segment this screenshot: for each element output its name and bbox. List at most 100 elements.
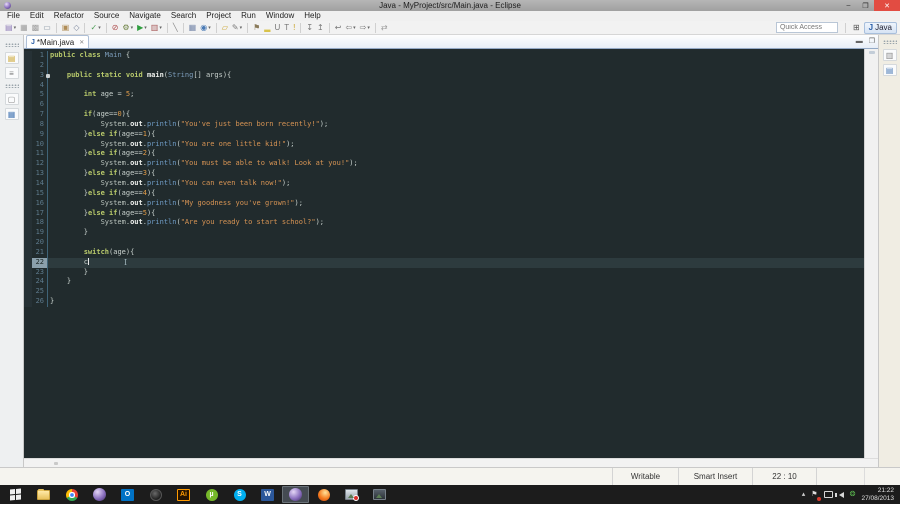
taskbar-utorrent-button[interactable]: µ	[198, 486, 225, 503]
menu-run[interactable]: Run	[236, 11, 261, 21]
last-edit-location-button[interactable]: ↩	[333, 22, 344, 34]
taskbar-image-viewer-button[interactable]	[366, 486, 393, 503]
line-number-1[interactable]: 1	[32, 51, 48, 61]
skip-all-breakpoints-button[interactable]: ⊘	[110, 22, 121, 34]
menu-navigate[interactable]: Navigate	[124, 11, 166, 21]
code-line-18[interactable]: 18 System.out.println("Are you ready to …	[24, 218, 864, 229]
line-number-8[interactable]: 8	[32, 119, 48, 130]
horizontal-scrollbar[interactable]	[24, 458, 878, 467]
taskbar-firefox-button[interactable]	[310, 486, 337, 503]
code-text[interactable]: }else if(age==3){	[48, 169, 864, 179]
open-web-browser-button[interactable]: ◉ ▾	[198, 22, 213, 34]
java-ee-grid-button[interactable]: ▦	[187, 22, 199, 34]
line-number-18[interactable]: 18	[32, 218, 48, 229]
code-text[interactable]: System.out.println("You've just been bor…	[48, 120, 864, 130]
taskbar-word-button[interactable]: W	[254, 486, 281, 503]
code-line-20[interactable]: 20	[24, 238, 864, 248]
taskbar-media-app-button[interactable]	[142, 486, 169, 503]
print-button[interactable]: ▭	[41, 22, 53, 34]
line-number-14[interactable]: 14	[32, 178, 48, 189]
code-line-13[interactable]: 13 }else if(age==3){	[24, 169, 864, 179]
annotation-t-button[interactable]: T	[282, 22, 291, 34]
taskbar-clock[interactable]: 21:22 27/08/2013	[861, 487, 894, 502]
minimize-editor-icon[interactable]: ▬	[853, 35, 866, 48]
back-button[interactable]: ⇦ ▾	[343, 22, 357, 34]
line-number-7[interactable]: 7	[32, 110, 48, 120]
code-text[interactable]: }	[48, 277, 864, 287]
menu-source[interactable]: Source	[89, 11, 124, 21]
save-all-button[interactable]: ▩	[30, 22, 42, 34]
code-text[interactable]: public static void main(String[] args){	[48, 71, 864, 81]
code-editor[interactable]: 1 public class Main {2 3 public static voi…	[24, 49, 864, 458]
line-number-4[interactable]: 4	[32, 80, 48, 91]
quick-fix-button[interactable]: !	[291, 22, 297, 34]
menu-file[interactable]: File	[2, 11, 25, 21]
code-line-21[interactable]: 21 switch(age){	[24, 247, 864, 258]
code-text[interactable]: if(age==0){	[48, 110, 864, 120]
code-text[interactable]: public class Main {	[48, 51, 864, 61]
menu-refactor[interactable]: Refactor	[49, 11, 89, 21]
console-view-icon[interactable]: ▦	[4, 108, 19, 120]
code-line-17[interactable]: 17 }else if(age==5){	[24, 208, 864, 219]
new-java-project-button[interactable]: ▣	[60, 22, 72, 34]
menu-help[interactable]: Help	[299, 11, 325, 21]
code-text[interactable]: }	[48, 297, 864, 307]
line-number-5[interactable]: 5	[32, 90, 48, 101]
line-number-9[interactable]: 9	[32, 129, 48, 140]
open-folder-button[interactable]: ▱	[220, 22, 230, 34]
line-number-26[interactable]: 26	[32, 297, 48, 307]
new-java-class-dropdown-icon[interactable]: ▾	[98, 25, 101, 31]
previous-annotation-button[interactable]: ↥	[315, 22, 326, 34]
restore-views-handle-right[interactable]	[882, 40, 897, 44]
minimize-button[interactable]: –	[840, 0, 857, 11]
code-line-7[interactable]: 7 if(age==0){	[24, 110, 864, 120]
run-button[interactable]: ▶ ▾	[135, 22, 149, 34]
line-number-21[interactable]: 21	[32, 247, 48, 258]
code-text[interactable]: }	[48, 268, 864, 278]
run-dropdown-icon[interactable]: ▾	[144, 25, 147, 31]
scrollbar-thumb[interactable]	[54, 462, 58, 465]
code-line-11[interactable]: 11 }else if(age==2){	[24, 149, 864, 160]
type-hierarchy-icon[interactable]: ≡	[4, 67, 19, 79]
line-number-24[interactable]: 24	[32, 277, 48, 288]
new-wizard-dropdown-icon[interactable]: ▾	[14, 25, 17, 31]
code-line-25[interactable]: 25	[24, 287, 864, 298]
code-text[interactable]	[48, 287, 864, 297]
annotation-u-button[interactable]: U	[272, 22, 282, 34]
line-number-25[interactable]: 25	[32, 287, 48, 298]
back-dropdown-icon[interactable]: ▾	[353, 25, 356, 31]
open-type-button[interactable]: ◇	[71, 22, 81, 34]
line-number-16[interactable]: 16	[32, 198, 48, 209]
code-text[interactable]: c	[48, 257, 864, 268]
line-number-3[interactable]: 3	[32, 70, 50, 81]
code-text[interactable]	[48, 238, 864, 248]
code-line-9[interactable]: 9 }else if(age==1){	[24, 129, 864, 140]
line-number-13[interactable]: 13	[32, 169, 48, 179]
line-number-23[interactable]: 23	[32, 267, 48, 278]
code-line-24[interactable]: 24 }	[24, 277, 864, 288]
taskbar-file-explorer-button[interactable]	[30, 486, 57, 503]
taskbar-start-button[interactable]	[2, 486, 29, 503]
code-text[interactable]: switch(age){	[48, 248, 864, 258]
code-line-19[interactable]: 19 }	[24, 228, 864, 239]
line-number-11[interactable]: 11	[32, 149, 48, 160]
code-text[interactable]	[48, 100, 864, 110]
overview-ruler[interactable]	[864, 49, 878, 458]
next-task-button[interactable]: ⚑	[251, 22, 262, 34]
debug-button[interactable]: ⚙ ▾	[120, 22, 135, 34]
line-number-2[interactable]: 2	[32, 60, 48, 71]
line-number-12[interactable]: 12	[32, 159, 48, 170]
restore-views-handle-2[interactable]	[4, 84, 19, 88]
connection-button[interactable]: ╲	[171, 22, 180, 34]
external-tools-dropdown-icon[interactable]: ▾	[240, 25, 243, 31]
maximize-button[interactable]: ❐	[857, 0, 874, 11]
taskbar-photos-app-button[interactable]	[338, 486, 365, 503]
new-java-class-button[interactable]: ✓ ▾	[88, 22, 102, 34]
quick-access-input[interactable]	[775, 22, 838, 33]
line-number-15[interactable]: 15	[32, 188, 48, 199]
titlebar[interactable]: Java - MyProject/src/Main.java - Eclipse…	[0, 0, 900, 11]
show-hidden-icons[interactable]: ▴	[802, 491, 806, 499]
line-number-10[interactable]: 10	[32, 139, 48, 150]
tab-close-icon[interactable]: ✕	[79, 39, 84, 46]
open-perspective-button[interactable]: ⊞	[853, 23, 860, 32]
